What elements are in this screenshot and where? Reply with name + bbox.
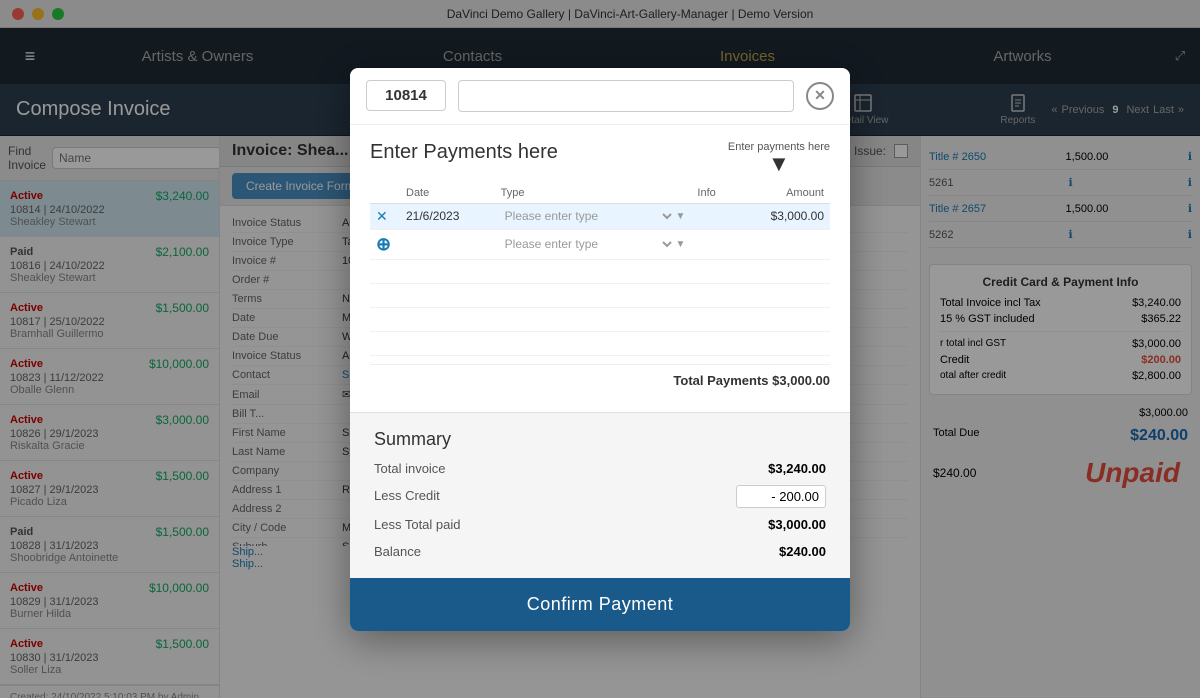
summary-value-balance: $240.00 — [736, 541, 826, 562]
summary-section: Summary Total invoice $3,240.00 Less Cre… — [350, 412, 850, 578]
modal-overlay: 10814 ✕ Enter Payments here Enter paymen… — [0, 0, 1200, 698]
type-select-1[interactable]: Please enter type — [501, 208, 676, 224]
modal-title: Enter Payments here — [370, 141, 558, 164]
col-type: Type — [495, 183, 692, 204]
add-payment-row: ⊕ Please enter type ▼ — [370, 229, 830, 259]
modal-close-btn[interactable]: ✕ — [806, 82, 834, 110]
summary-label-total: Total invoice — [374, 458, 730, 479]
summary-label-credit: Less Credit — [374, 485, 730, 508]
modal-title-row: Enter Payments here Enter payments here … — [370, 141, 830, 175]
col-action — [370, 183, 400, 204]
payment-row-1: ✕ 21/6/2023 Please enter type ▼ $3,000. — [370, 203, 830, 229]
payment-table: Date Type Info Amount ✕ 21/6/2023 — [370, 183, 830, 356]
dropdown-arrow-add: ▼ — [675, 239, 685, 250]
payment-type-1[interactable]: Please enter type ▼ — [495, 203, 692, 229]
total-payments-row: Total Payments $3,000.00 — [370, 364, 830, 396]
summary-value-total: $3,240.00 — [736, 458, 826, 479]
add-date-cell — [400, 229, 495, 259]
empty-row-3 — [370, 307, 830, 331]
summary-label-balance: Balance — [374, 541, 730, 562]
payment-date-1[interactable]: 21/6/2023 — [400, 203, 495, 229]
empty-row-2 — [370, 283, 830, 307]
type-select-add[interactable]: Please enter type — [501, 236, 676, 252]
delete-btn-1[interactable]: ✕ — [370, 203, 400, 229]
add-info-cell — [691, 229, 735, 259]
modal-field2[interactable] — [458, 80, 794, 112]
add-type-cell[interactable]: Please enter type ▼ — [495, 229, 692, 259]
summary-title: Summary — [374, 429, 826, 450]
col-info: Info — [691, 183, 735, 204]
col-amount: Amount — [735, 183, 830, 204]
modal-top-bar: 10814 ✕ — [350, 68, 850, 125]
confirm-payment-btn[interactable]: Confirm Payment — [350, 578, 850, 631]
empty-row-4 — [370, 331, 830, 355]
empty-row-1 — [370, 259, 830, 283]
summary-label-paid: Less Total paid — [374, 514, 730, 535]
add-btn[interactable]: ⊕ — [370, 229, 400, 259]
total-payments-value: $3,000.00 — [772, 373, 830, 388]
col-date: Date — [400, 183, 495, 204]
hint-arrow-down: ▼ — [768, 153, 790, 175]
summary-value-paid: $3,000.00 — [736, 514, 826, 535]
add-amount-cell — [735, 229, 830, 259]
payment-info-1[interactable] — [691, 203, 735, 229]
payment-modal: 10814 ✕ Enter Payments here Enter paymen… — [350, 68, 850, 631]
summary-grid: Total invoice $3,240.00 Less Credit Less… — [374, 458, 826, 562]
modal-invoice-number: 10814 — [366, 80, 446, 111]
total-payments-label: Total Payments — [673, 373, 768, 388]
modal-body: Enter Payments here Enter payments here … — [350, 125, 850, 412]
hint-box: Enter payments here ▼ — [728, 141, 830, 175]
dropdown-arrow-1: ▼ — [675, 211, 685, 222]
credit-input[interactable] — [736, 485, 826, 508]
payment-amount-1: $3,000.00 — [735, 203, 830, 229]
